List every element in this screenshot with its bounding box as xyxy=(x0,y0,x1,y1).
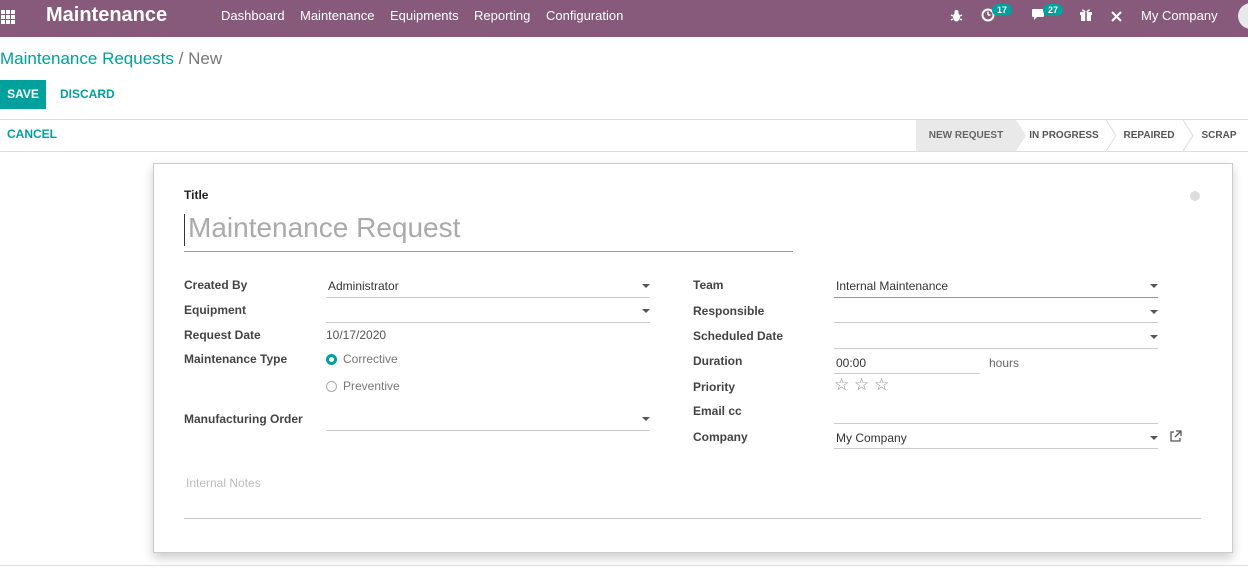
responsible-dropdown-icon[interactable] xyxy=(1150,310,1158,314)
priority-star-icon[interactable]: ☆ xyxy=(854,375,869,395)
status-bar: CANCEL NEW REQUEST IN PROGRESS REPAIRED … xyxy=(0,119,1248,152)
team-dropdown-icon[interactable] xyxy=(1150,284,1158,288)
stage-arrow-icon xyxy=(1016,120,1026,151)
email-cc-label: Email cc xyxy=(693,404,742,418)
stage-scrap[interactable]: SCRAP xyxy=(1200,120,1238,151)
discard-button[interactable]: DISCARD xyxy=(60,87,115,101)
stage-arrow-icon xyxy=(1183,120,1194,151)
company-dropdown-icon[interactable] xyxy=(1150,436,1158,440)
menu-dashboard[interactable]: Dashboard xyxy=(221,8,285,23)
breadcrumb-current: New xyxy=(188,49,223,68)
responsible-label: Responsible xyxy=(693,304,765,318)
user-avatar[interactable] xyxy=(1238,3,1248,29)
activity-badge: 17 xyxy=(992,4,1013,16)
bug-icon[interactable] xyxy=(950,9,963,23)
app-brand[interactable]: Maintenance xyxy=(46,4,167,27)
created-by-dropdown-icon[interactable] xyxy=(642,284,650,288)
messages-badge: 27 xyxy=(1043,4,1064,16)
team-field[interactable]: Internal Maintenance xyxy=(836,279,948,293)
scheduled-date-underline xyxy=(834,348,1158,349)
company-underline xyxy=(834,448,1158,449)
duration-unit: hours xyxy=(989,356,1020,370)
scheduled-date-dropdown-icon[interactable] xyxy=(1150,335,1158,339)
kanban-state-indicator[interactable] xyxy=(1190,191,1200,201)
menu-reporting[interactable]: Reporting xyxy=(474,8,530,23)
company-switcher[interactable]: My Company xyxy=(1141,8,1218,23)
request-date-label: Request Date xyxy=(184,328,261,342)
stage-repaired[interactable]: REPAIRED xyxy=(1122,120,1176,151)
manufacturing-order-label: Manufacturing Order xyxy=(184,412,303,426)
stage-new-request[interactable]: NEW REQUEST xyxy=(916,120,1016,151)
priority-star-icon[interactable]: ☆ xyxy=(874,375,889,395)
page-bottom-divider xyxy=(0,565,1248,566)
top-navbar: Maintenance Dashboard Maintenance Equipm… xyxy=(0,0,1248,37)
equipment-underline xyxy=(326,322,650,323)
created-by-field[interactable]: Administrator xyxy=(328,279,399,293)
gift-icon[interactable] xyxy=(1079,8,1093,22)
radio-preventive[interactable] xyxy=(326,381,337,392)
save-button[interactable]: SAVE xyxy=(0,80,46,109)
text-cursor xyxy=(184,214,185,246)
menu-equipments[interactable]: Equipments xyxy=(390,8,459,23)
menu-maintenance[interactable]: Maintenance xyxy=(300,8,374,23)
stage-in-progress[interactable]: IN PROGRESS xyxy=(1028,120,1100,151)
external-link-icon[interactable] xyxy=(1169,430,1182,443)
manufacturing-order-underline xyxy=(326,430,650,431)
maintenance-type-label: Maintenance Type xyxy=(184,352,288,366)
created-by-underline xyxy=(326,297,650,298)
equipment-label: Equipment xyxy=(184,303,246,317)
equipment-dropdown-icon[interactable] xyxy=(642,309,650,313)
company-field[interactable]: My Company xyxy=(836,431,907,445)
radio-corrective-label[interactable]: Corrective xyxy=(343,352,398,366)
priority-label: Priority xyxy=(693,380,736,394)
responsible-underline xyxy=(834,322,1158,323)
internal-notes-underline xyxy=(184,518,1201,519)
apps-grid-icon[interactable] xyxy=(0,9,16,25)
priority-star-icon[interactable]: ☆ xyxy=(834,375,849,395)
breadcrumb-parent-link[interactable]: Maintenance Requests xyxy=(0,49,174,68)
tools-icon[interactable] xyxy=(1110,10,1123,23)
duration-underline xyxy=(834,373,980,374)
created-by-label: Created By xyxy=(184,278,248,292)
title-placeholder[interactable]: Maintenance Request xyxy=(188,212,460,244)
duration-label: Duration xyxy=(693,354,743,368)
email-cc-underline xyxy=(834,423,1158,424)
company-label: Company xyxy=(693,430,748,444)
radio-corrective[interactable] xyxy=(326,354,337,365)
breadcrumb: Maintenance Requests / New xyxy=(0,49,222,69)
manufacturing-order-dropdown-icon[interactable] xyxy=(642,417,650,421)
menu-configuration[interactable]: Configuration xyxy=(546,8,623,23)
team-underline xyxy=(834,297,1158,298)
scheduled-date-label: Scheduled Date xyxy=(693,329,784,343)
team-label: Team xyxy=(693,278,724,292)
breadcrumb-separator: / xyxy=(178,49,184,68)
request-date-value: 10/17/2020 xyxy=(326,328,387,342)
stage-arrow-icon xyxy=(1106,120,1117,151)
cancel-button[interactable]: CANCEL xyxy=(7,127,57,141)
radio-preventive-label[interactable]: Preventive xyxy=(343,379,400,393)
title-label: Title xyxy=(184,188,209,202)
internal-notes-field[interactable]: Internal Notes xyxy=(186,476,261,490)
duration-field[interactable]: 00:00 xyxy=(836,356,866,370)
